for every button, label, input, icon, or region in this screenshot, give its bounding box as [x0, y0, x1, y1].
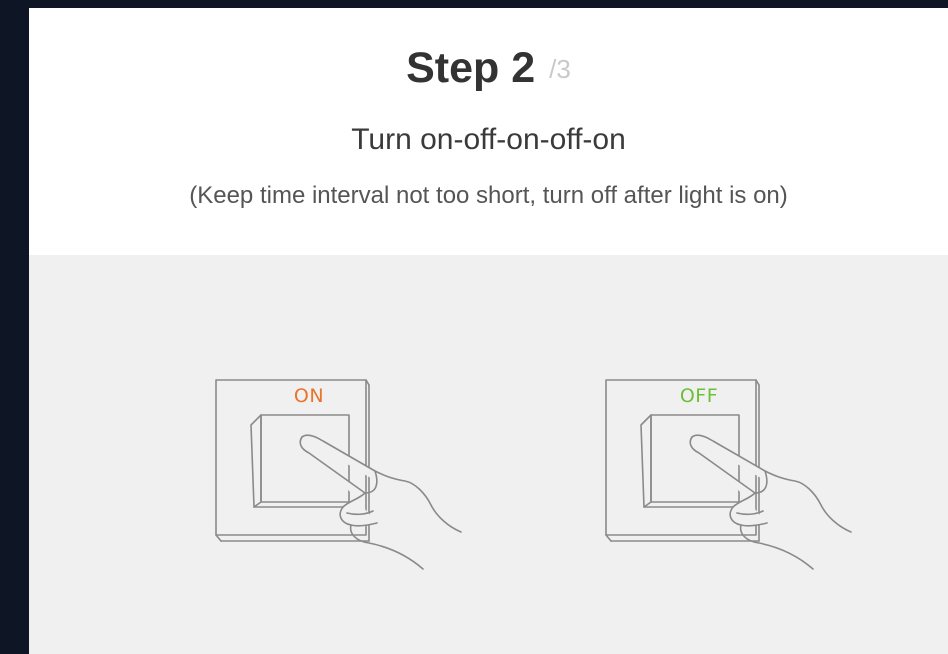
step-header: Step 2/3 Turn on-off-on-off-on (Keep tim… [29, 8, 948, 255]
instruction-text: Turn on-off-on-off-on [351, 123, 626, 156]
step-indicator: Step 2/3 [29, 44, 948, 93]
switch-on-illustration: ON [199, 375, 499, 595]
light-switch-hand-icon [605, 379, 852, 570]
light-switch-hand-icon [215, 379, 462, 570]
step-total: /3 [549, 54, 571, 84]
switch-on-label: ON [293, 385, 325, 407]
instruction-note: (Keep time interval not too short, turn … [189, 182, 788, 209]
switch-off-illustration: OFF [589, 375, 889, 595]
setup-step-card: Step 2/3 Turn on-off-on-off-on (Keep tim… [29, 8, 948, 654]
switch-illustration: ON OFF [29, 255, 948, 654]
switch-off-label: OFF [679, 385, 719, 407]
step-current: Step 2 [406, 44, 536, 92]
